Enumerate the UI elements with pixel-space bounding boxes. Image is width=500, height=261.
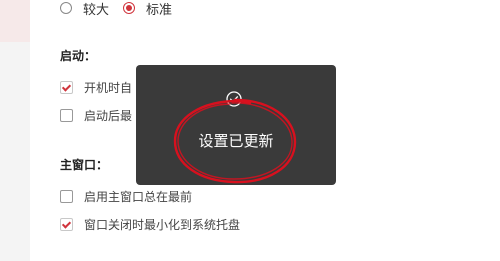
startup-option-autostart[interactable]: 开机时自 — [60, 78, 132, 96]
main-window-option-on-top[interactable]: 启用主窗口总在最前 — [60, 187, 192, 205]
radio-standard-label: 标准 — [146, 2, 173, 18]
always-on-top-label: 启用主窗口总在最前 — [84, 189, 193, 204]
size-radio-group: 较大 标准 — [60, 0, 186, 18]
autostart-label: 开机时自 — [84, 80, 133, 95]
radio-option-standard[interactable]: 标准 — [123, 0, 172, 18]
always-on-top-checkbox[interactable] — [60, 189, 73, 203]
minimize-to-tray-label: 窗口关闭时最小化到系统托盘 — [84, 217, 241, 232]
main-window-option-tray[interactable]: 窗口关闭时最小化到系统托盘 — [60, 215, 240, 233]
radio-standard[interactable] — [123, 2, 136, 14]
radio-larger[interactable] — [60, 2, 72, 14]
minimize-after-start-checkbox[interactable] — [60, 108, 73, 122]
toast-message: 设置已更新 — [198, 132, 274, 150]
check-circle-icon — [226, 91, 242, 107]
settings-updated-toast: 设置已更新 — [136, 65, 336, 185]
minimize-after-start-label: 启动后最 — [84, 108, 133, 123]
main-window-section-title: 主窗口： — [60, 158, 109, 172]
sidebar-active-item[interactable] — [0, 0, 30, 42]
startup-option-minimize[interactable]: 启动后最 — [60, 106, 132, 124]
minimize-to-tray-checkbox[interactable] — [60, 217, 73, 231]
startup-section-title: 启动： — [60, 49, 97, 63]
radio-option-larger[interactable]: 较大 — [60, 0, 109, 18]
radio-larger-label: 较大 — [83, 2, 110, 18]
left-sidebar — [0, 0, 30, 261]
autostart-checkbox[interactable] — [60, 80, 73, 94]
settings-page: 较大 标准 启动： 开机时自 启动后最 主窗口： 启用主窗口总在最前 窗口关闭时… — [0, 0, 500, 261]
